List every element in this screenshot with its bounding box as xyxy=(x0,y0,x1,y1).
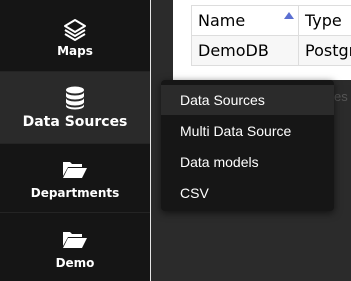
sort-ascending-icon[interactable] xyxy=(284,12,294,19)
column-header-name[interactable]: Name xyxy=(191,5,299,36)
sidebar: Maps Data Sources Departments Demo xyxy=(0,0,150,281)
menu-item-data-models[interactable]: Data models xyxy=(161,147,334,177)
sidebar-item-departments[interactable]: Departments xyxy=(0,143,150,212)
sidebar-item-demo[interactable]: Demo xyxy=(0,212,150,281)
folder-open-icon xyxy=(0,159,150,179)
table-cell-type: Postgre xyxy=(298,35,351,66)
folder-open-icon xyxy=(0,229,150,249)
database-icon xyxy=(0,86,150,110)
partial-label: es xyxy=(334,89,348,104)
sidebar-item-label: Demo xyxy=(55,256,95,270)
menu-item-csv[interactable]: CSV xyxy=(161,178,334,208)
sidebar-item-label: Departments xyxy=(30,186,120,200)
sidebar-item-label: Maps xyxy=(57,44,93,58)
menu-item-multi-data-source[interactable]: Multi Data Source xyxy=(161,116,334,146)
table-cell-name[interactable]: DemoDB xyxy=(191,35,299,66)
sidebar-item-label: Data Sources xyxy=(22,114,128,130)
menu-item-data-sources[interactable]: Data Sources xyxy=(161,85,334,115)
layers-icon xyxy=(0,18,150,42)
sidebar-item-data-sources[interactable]: Data Sources xyxy=(0,71,150,143)
data-sources-dropdown-menu: Data Sources Multi Data Source Data mode… xyxy=(161,80,334,211)
column-header-type[interactable]: Type xyxy=(298,5,351,36)
sidebar-item-maps[interactable]: Maps xyxy=(0,0,150,71)
